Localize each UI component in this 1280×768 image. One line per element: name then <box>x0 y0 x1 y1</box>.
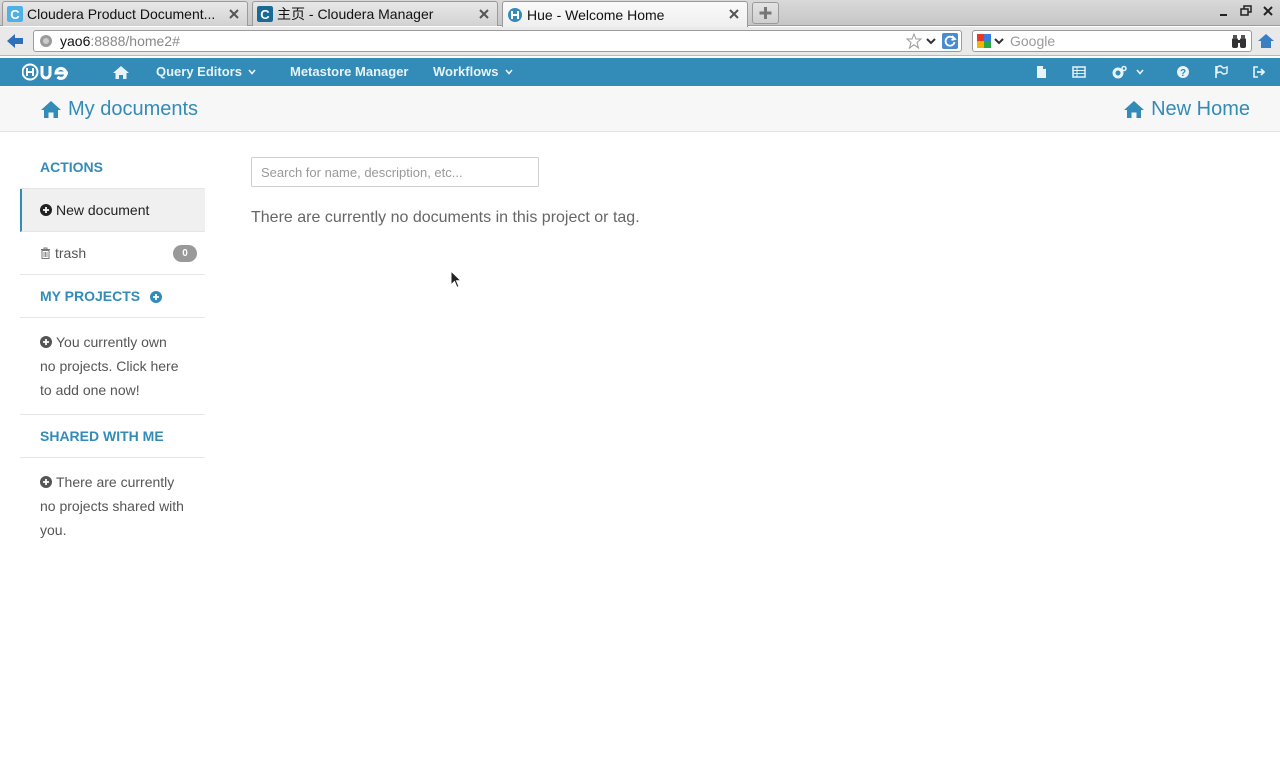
new-tab-button[interactable] <box>752 2 779 24</box>
add-project-icon[interactable] <box>150 291 162 303</box>
page-title-text: My documents <box>68 98 199 120</box>
nav-metastore-manager[interactable]: Metastore Manager <box>290 58 408 86</box>
nav-item-label: Metastore Manager <box>290 64 409 79</box>
close-tab-icon[interactable] <box>477 7 491 21</box>
shared-with-me-heading: SHARED WITH ME <box>20 415 205 458</box>
restore-icon[interactable] <box>1239 4 1253 18</box>
no-projects-message[interactable]: You currently own no projects. Click her… <box>20 318 205 415</box>
tab-title: Cloudera Product Document... <box>27 6 216 22</box>
nav-query-editors[interactable]: Query Editors <box>156 58 256 86</box>
actions-heading-text: ACTIONS <box>40 159 103 175</box>
my-projects-heading: MY PROJECTS <box>20 275 205 318</box>
mouse-pointer-icon <box>450 270 463 289</box>
close-tab-icon[interactable] <box>227 7 241 21</box>
nav-item-label: Query Editors <box>156 64 242 79</box>
document-search-input[interactable] <box>251 157 539 187</box>
logout-icon[interactable] <box>1252 65 1266 79</box>
svg-text:C: C <box>10 7 20 22</box>
sidebar: ACTIONS New document trash 0 MY PROJECTS… <box>20 146 205 554</box>
chevron-down-icon <box>248 69 256 75</box>
cloudera-icon: C <box>7 6 23 22</box>
my-projects-heading-text: MY PROJECTS <box>40 288 141 304</box>
home-icon[interactable] <box>112 65 130 80</box>
empty-documents-message: There are currently no documents in this… <box>251 209 640 226</box>
chevron-down-icon[interactable] <box>994 36 1004 46</box>
actions-heading: ACTIONS <box>20 146 205 189</box>
page-header: My documents New Home <box>0 86 1280 132</box>
trash-label: trash <box>55 245 87 261</box>
shared-heading-text: SHARED WITH ME <box>40 428 164 444</box>
browser-home-icon[interactable] <box>1257 33 1275 49</box>
plus-circle-icon <box>40 336 52 348</box>
site-identity-icon[interactable] <box>39 34 53 48</box>
new-home-link[interactable]: New Home <box>1123 98 1250 121</box>
plus-circle-icon <box>40 204 52 216</box>
flag-icon[interactable] <box>1214 65 1228 79</box>
svg-text:?: ? <box>1180 68 1186 79</box>
new-document-label: New document <box>56 202 150 218</box>
new-document-button[interactable]: New document <box>20 189 205 232</box>
file-icon[interactable] <box>1034 65 1048 79</box>
hue-top-nav: Query Editors Metastore Manager Workflow… <box>0 58 1280 86</box>
cogs-icon[interactable] <box>1112 65 1146 79</box>
address-bar[interactable]: yao6:8888/home2# <box>33 30 962 52</box>
svg-text:C: C <box>260 7 270 22</box>
address-url[interactable]: yao6:8888/home2# <box>60 31 180 51</box>
browser-nav-bar: yao6:8888/home2# Google <box>0 27 1280 56</box>
browser-tab-cloudera-docs[interactable]: C Cloudera Product Document... <box>2 1 248 26</box>
no-shared-text: There are currently no projects shared w… <box>40 474 184 538</box>
reload-icon[interactable] <box>942 33 958 49</box>
page-title[interactable]: My documents <box>40 98 198 121</box>
nav-item-label: Workflows <box>433 64 499 79</box>
close-window-icon[interactable] <box>1261 4 1275 18</box>
browser-tab-cloudera-manager[interactable]: C 主页 - Cloudera Manager <box>252 1 498 26</box>
no-projects-text: You currently own no projects. Click her… <box>40 334 179 398</box>
nav-workflows[interactable]: Workflows <box>433 58 513 86</box>
close-tab-icon[interactable] <box>727 7 741 21</box>
tab-title: Hue - Welcome Home <box>527 6 665 23</box>
table-icon[interactable] <box>1072 65 1086 79</box>
plus-circle-icon <box>40 476 52 488</box>
chevron-down-icon[interactable] <box>925 35 937 47</box>
trash-icon <box>41 247 50 259</box>
browser-tab-bar: C Cloudera Product Document... C 主页 - Cl… <box>0 0 1280 27</box>
home-icon <box>1124 101 1145 118</box>
help-icon[interactable]: ? <box>1176 65 1190 79</box>
search-placeholder: Google <box>1010 33 1056 49</box>
back-arrow-icon[interactable] <box>4 31 26 51</box>
plus-icon <box>759 7 772 19</box>
cloudera-icon: C <box>257 6 273 22</box>
home-icon <box>41 101 61 118</box>
trash-count-badge: 0 <box>173 245 197 262</box>
minimize-icon[interactable] <box>1217 4 1231 18</box>
tab-title: 主页 - Cloudera Manager <box>277 6 434 22</box>
bookmark-star-icon[interactable] <box>906 33 922 49</box>
trash-link[interactable]: trash 0 <box>20 232 205 275</box>
hue-icon <box>508 7 522 22</box>
chevron-down-icon <box>504 69 513 75</box>
new-home-label: New Home <box>1151 98 1250 120</box>
hue-logo[interactable] <box>22 63 82 81</box>
browser-tab-hue-home[interactable]: Hue - Welcome Home <box>502 1 748 27</box>
google-icon[interactable] <box>977 34 991 48</box>
no-shared-message: There are currently no projects shared w… <box>20 458 205 554</box>
browser-search-field[interactable]: Google <box>972 30 1252 52</box>
binoculars-icon[interactable] <box>1231 34 1247 49</box>
